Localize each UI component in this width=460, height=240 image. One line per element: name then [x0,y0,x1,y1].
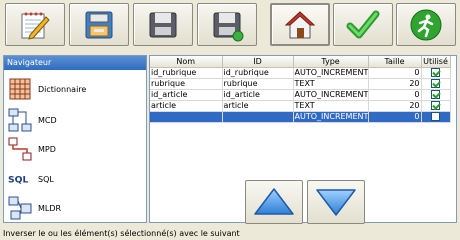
cell-id[interactable]: article [222,100,294,112]
floppy-badge-icon [213,12,244,41]
save-button[interactable] [133,3,193,46]
nav-item-dictionnaire[interactable]: Dictionnaire [8,76,86,102]
house-icon [284,10,316,38]
running-man-icon [410,9,442,40]
mldr-diagram-icon [8,196,32,220]
cell-taille[interactable]: 0 [368,111,422,123]
cell-taille[interactable]: 20 [368,100,422,112]
utilise-checkbox[interactable] [431,79,440,88]
notepad-pencil-icon [21,12,50,40]
cell-nom[interactable]: id_article [150,89,223,101]
checkmark-icon [346,10,380,38]
nav-item-mcd[interactable]: MCD [8,107,57,133]
open-button[interactable] [69,3,129,46]
nav-item-mpd[interactable]: MPD [8,136,56,162]
cell-taille[interactable]: 0 [368,67,422,79]
cell-type[interactable]: AUTO_INCREMENT [293,111,369,123]
cell-utilise [421,78,451,90]
col-header-nom[interactable]: Nom [150,56,223,68]
home-button[interactable] [270,3,330,46]
col-header-type[interactable]: Type [293,56,369,68]
cell-nom[interactable] [150,111,223,123]
nav-label-mcd: MCD [38,115,57,125]
cell-type[interactable]: AUTO_INCREMENT [293,67,369,79]
move-up-button[interactable] [245,180,303,224]
nav-label-mpd: MPD [38,144,56,154]
navigator-panel: Navigateur Dictionnaire MCD MPD SQL SQL … [3,55,147,223]
col-header-taille[interactable]: Taille [368,56,422,68]
save-as-button[interactable] [197,3,257,46]
table-row[interactable]: article article TEXT 20 [150,100,451,112]
nav-label-sql: SQL [38,174,54,184]
utilise-checkbox[interactable] [431,68,440,77]
cell-id[interactable] [222,111,294,123]
mpd-diagram-icon [8,137,32,161]
arrow-up-icon [254,188,294,215]
floppy-icon [149,12,177,37]
mcd-diagram-icon [8,108,32,132]
cell-nom[interactable]: article [150,100,223,112]
col-header-id[interactable]: ID [222,56,294,68]
cell-id[interactable]: id_article [222,89,294,101]
nav-item-sql[interactable]: SQL SQL [8,166,54,192]
cell-taille[interactable]: 20 [368,78,422,90]
cell-id[interactable]: rubrique [222,78,294,90]
cell-type[interactable]: TEXT [293,78,369,90]
arrow-down-icon [316,189,356,216]
sql-icon: SQL [8,167,32,191]
nav-label-mldr: MLDR [38,203,62,213]
nav-label-dictionnaire: Dictionnaire [38,84,87,94]
col-header-utilise[interactable]: Utilisé [421,56,451,68]
edit-button[interactable] [5,3,65,46]
table-row-selected[interactable]: AUTO_INCREMENT 0 [150,111,451,123]
table-row[interactable]: id_article id_article AUTO_INCREMENT 0 [150,89,451,101]
cell-nom[interactable]: rubrique [150,78,223,90]
validate-button[interactable] [333,3,393,46]
cell-id[interactable]: id_rubrique [222,67,294,79]
cell-taille[interactable]: 0 [368,89,422,101]
nav-item-mldr[interactable]: MLDR [8,195,61,221]
navigator-title: Navigateur [4,56,146,70]
cell-utilise [421,89,451,101]
cell-type[interactable]: AUTO_INCREMENT [293,89,369,101]
open-folder-icon [85,11,113,38]
table-header-row: Nom ID Type Taille Utilisé [150,56,451,68]
exit-button[interactable] [396,3,456,46]
utilise-checkbox[interactable] [431,101,440,110]
fields-table: Nom ID Type Taille Utilisé id_rubrique i… [149,55,457,223]
cell-type[interactable]: TEXT [293,100,369,112]
cell-utilise [421,67,451,79]
utilise-checkbox[interactable] [431,112,440,121]
cell-utilise [421,111,451,123]
cell-nom[interactable]: id_rubrique [150,67,223,79]
status-text: Inverser le ou les élément(s) sélectionn… [3,229,240,238]
table-row[interactable]: id_rubrique id_rubrique AUTO_INCREMENT 0 [150,67,451,79]
move-down-button[interactable] [307,180,365,224]
table-row[interactable]: rubrique rubrique TEXT 20 [150,78,451,90]
utilise-checkbox[interactable] [431,90,440,99]
toolbar [0,0,460,50]
svg-text:SQL: SQL [8,175,28,186]
cell-utilise [421,100,451,112]
grid-icon [8,77,32,101]
